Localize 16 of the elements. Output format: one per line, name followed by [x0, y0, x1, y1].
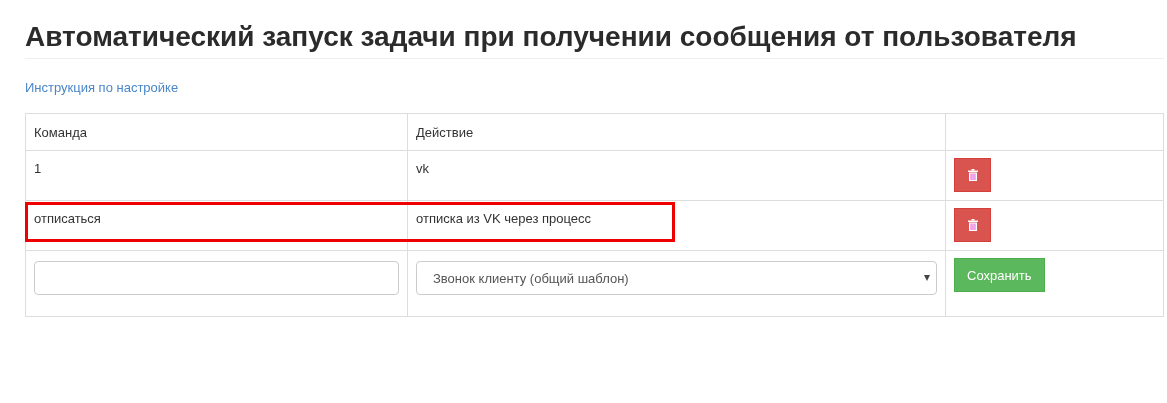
column-header: Действие — [407, 113, 946, 151]
caret-icon — [924, 275, 930, 281]
save-button[interactable]: Сохранить — [954, 258, 1045, 292]
action-select[interactable]: Звонок клиенту (общий шаблон) — [416, 261, 937, 295]
table-cell: vk — [416, 161, 429, 176]
command-input[interactable] — [34, 261, 399, 295]
trash-icon — [967, 219, 978, 231]
delete-button[interactable] — [954, 208, 991, 242]
table-cell: отписаться — [34, 211, 101, 226]
column-header: Команда — [25, 113, 408, 151]
table-cell: отписка из VK через процесс — [416, 211, 592, 226]
instruction-link[interactable]: Инструкция по настройке — [25, 80, 179, 95]
trash-icon — [967, 169, 978, 181]
page-title: Автоматический запуск задачи при получении сообщения от пользователя — [25, 20, 1078, 54]
delete-button[interactable] — [954, 158, 991, 192]
table-cell: 1 — [34, 161, 42, 176]
